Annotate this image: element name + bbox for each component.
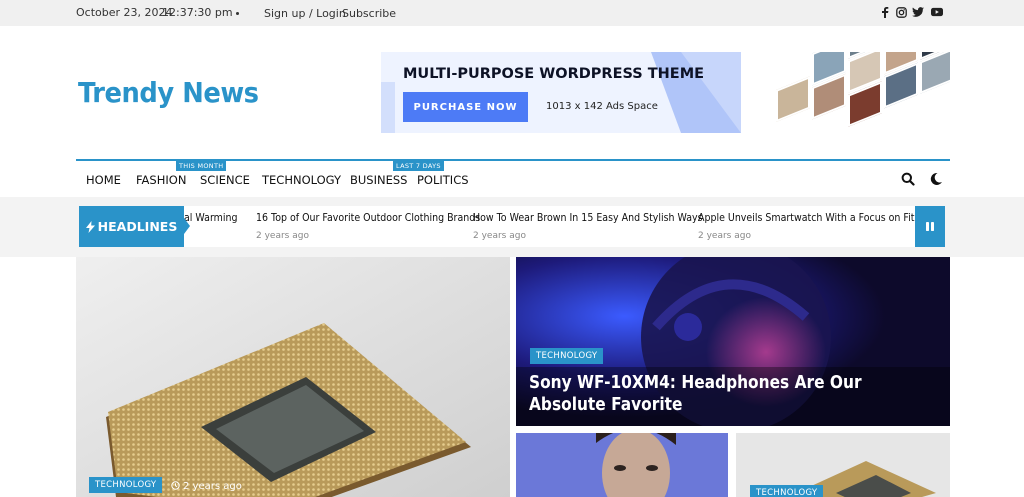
instagram-icon[interactable] xyxy=(895,6,907,18)
category-badge[interactable]: TECHNOLOGY xyxy=(530,348,604,364)
clock-icon xyxy=(171,481,180,490)
ticker-item[interactable]: How To Wear Brown In 15 Easy And Stylish… xyxy=(473,212,703,224)
nav-badge-this-month: THIS MONTH xyxy=(176,161,227,171)
signup-login-link[interactable]: Sign up / Login xyxy=(264,7,346,20)
ticker-item-date: 2 years ago xyxy=(473,231,526,241)
post-card-headphones[interactable]: TECHNOLOGY Sony WF-10XM4: Headphones Are… xyxy=(516,257,950,426)
headlines-label: HEADLINES xyxy=(79,206,184,247)
current-time: 12:37:30 pm xyxy=(162,6,239,19)
category-badge[interactable]: TECHNOLOGY xyxy=(89,477,163,493)
nav-item-business[interactable]: BUSINESS xyxy=(350,173,407,187)
portrait-image xyxy=(516,433,728,497)
purchase-now-button[interactable]: PURCHASE NOW xyxy=(403,92,528,122)
category-badge[interactable]: TECHNOLOGY xyxy=(750,485,824,497)
nav-item-technology[interactable]: TECHNOLOGY xyxy=(262,173,341,187)
post-card-portrait[interactable] xyxy=(516,433,728,497)
subscribe-link[interactable]: Subscribe xyxy=(342,7,396,20)
current-date: October 23, 2024 xyxy=(76,6,173,19)
main-nav: HOME FASHION THIS MONTH SCIENCE TECHNOLO… xyxy=(76,161,950,197)
ticker-item[interactable]: Apple Unveils Smartwatch With a Focus on… xyxy=(698,212,936,224)
pause-icon xyxy=(926,222,934,231)
youtube-icon[interactable] xyxy=(931,6,943,18)
site-logo[interactable]: Trendy News xyxy=(78,76,259,109)
ticker-item-date: 2 years ago xyxy=(256,231,309,241)
nav-item-fashion[interactable]: FASHION xyxy=(136,173,186,187)
ad-banner[interactable]: MULTI-PURPOSE WORDPRESS THEME PURCHASE N… xyxy=(381,52,950,133)
pause-button[interactable] xyxy=(915,206,945,247)
headlines-ticker: bal Warming 16 Top of Our Favorite Outdo… xyxy=(79,206,945,247)
nav-item-science[interactable]: SCIENCE xyxy=(200,173,250,187)
bolt-icon xyxy=(85,220,95,233)
post-date: 2 years ago xyxy=(171,481,242,492)
ad-size-label: 1013 x 142 Ads Space xyxy=(546,101,658,112)
moon-icon[interactable] xyxy=(929,172,943,186)
nav-item-politics[interactable]: POLITICS xyxy=(417,173,469,187)
facebook-icon[interactable] xyxy=(879,6,891,18)
nav-badge-last-7-days: LAST 7 DAYS xyxy=(393,161,444,171)
nav-item-home[interactable]: HOME xyxy=(86,173,121,187)
ticker-item[interactable]: 16 Top of Our Favorite Outdoor Clothing … xyxy=(256,212,480,224)
top-bar: October 23, 2024 12:37:30 pm Sign up / L… xyxy=(0,0,1024,26)
ticker-item-date: 2 years ago xyxy=(698,231,751,241)
post-card-cpu-small[interactable]: TECHNOLOGY xyxy=(736,433,950,497)
headlines-label-text: HEADLINES xyxy=(97,219,178,234)
cpu-image xyxy=(76,257,510,497)
twitter-icon[interactable] xyxy=(912,6,924,18)
featured-post-card[interactable]: TECHNOLOGY 2 years ago xyxy=(76,257,510,497)
post-title[interactable]: Sony WF-10XM4: Headphones Are Our Absolu… xyxy=(529,372,916,416)
headlines-label-arrow xyxy=(184,218,190,234)
search-icon[interactable] xyxy=(901,172,915,186)
ad-title: MULTI-PURPOSE WORDPRESS THEME xyxy=(403,66,705,82)
